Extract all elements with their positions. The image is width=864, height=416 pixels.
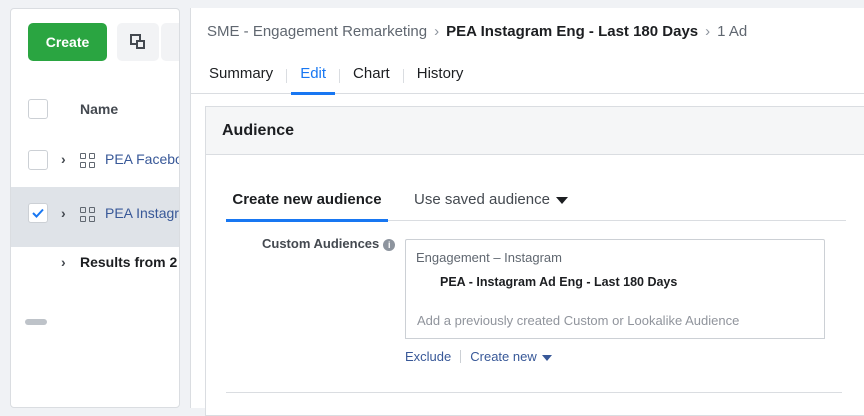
caret-down-icon: [541, 354, 552, 361]
row-checkbox[interactable]: [28, 150, 48, 170]
audience-category: Engagement – Instagram: [416, 250, 562, 265]
breadcrumb-adset[interactable]: PEA Instagram Eng - Last 180 Days: [446, 23, 698, 40]
chevron-right-icon: ›: [705, 23, 711, 40]
horizontal-scrollbar[interactable]: [25, 319, 47, 325]
selected-audiences-box: Engagement – Instagram PEA - Instagram A…: [405, 239, 825, 304]
selected-audience-item[interactable]: PEA - Instagram Ad Eng - Last 180 Days: [440, 275, 677, 289]
ads-table-panel: Create Name › PEA Facebook › PEA Instagr…: [10, 8, 180, 408]
custom-audience-search-input[interactable]: [405, 303, 825, 339]
edit-panel: SME - Engagement Remarketing › PEA Insta…: [190, 8, 864, 416]
row-name-link[interactable]: PEA Instagram: [105, 205, 179, 221]
caret-down-icon: [555, 196, 568, 204]
tab-summary[interactable]: Summary: [191, 58, 286, 94]
checkmark-icon: [32, 208, 44, 218]
more-button[interactable]: [161, 23, 179, 61]
results-summary: Results from 2: [80, 254, 178, 270]
use-saved-audience-label: Use saved audience: [414, 191, 550, 208]
create-button[interactable]: Create: [28, 23, 107, 61]
tab-create-new-audience[interactable]: Create new audience: [226, 191, 388, 222]
link-divider: [460, 350, 462, 363]
custom-audiences-label-text: Custom Audiences: [262, 236, 380, 251]
row-name-link[interactable]: PEA Facebook: [105, 151, 179, 167]
chevron-right-icon[interactable]: ›: [61, 205, 66, 221]
tab-chart[interactable]: Chart: [340, 58, 403, 94]
row-checkbox-checked[interactable]: [28, 203, 48, 223]
table-row[interactable]: › PEA Facebook: [11, 135, 179, 185]
table-row-selected[interactable]: › PEA Instagram: [11, 187, 179, 247]
ad-set-icon: [80, 153, 96, 169]
audience-actions: Exclude Create new: [405, 349, 552, 364]
audience-subtabs: Create new audience Use saved audience: [226, 185, 846, 222]
panel-tabs: Summary Edit Chart History: [191, 58, 864, 95]
tab-use-saved-audience[interactable]: Use saved audience: [414, 191, 568, 208]
exclude-link[interactable]: Exclude: [405, 349, 451, 364]
duplicate-button[interactable]: [117, 23, 159, 61]
chevron-right-icon[interactable]: ›: [61, 151, 66, 167]
chevron-right-icon[interactable]: ›: [61, 254, 66, 270]
ad-set-icon: [80, 207, 96, 223]
audience-card: Audience Create new audience Use saved a…: [205, 106, 864, 416]
custom-audiences-label: Custom Audiences i: [262, 236, 396, 251]
info-icon[interactable]: i: [383, 238, 396, 251]
breadcrumb-campaign[interactable]: SME - Engagement Remarketing: [207, 23, 427, 40]
breadcrumb-ads[interactable]: 1 Ad: [717, 23, 747, 40]
audience-section-title: Audience: [206, 107, 864, 155]
name-column-header[interactable]: Name: [80, 101, 118, 117]
select-all-checkbox[interactable]: [28, 99, 48, 119]
create-new-dropdown[interactable]: Create new: [470, 349, 552, 364]
tab-history[interactable]: History: [404, 58, 477, 94]
create-new-label: Create new: [470, 349, 537, 364]
breadcrumb: SME - Engagement Remarketing › PEA Insta…: [207, 23, 747, 40]
tab-edit[interactable]: Edit: [287, 58, 339, 95]
duplicate-icon: [130, 34, 145, 49]
section-divider: [226, 392, 842, 393]
chevron-right-icon: ›: [434, 23, 440, 40]
